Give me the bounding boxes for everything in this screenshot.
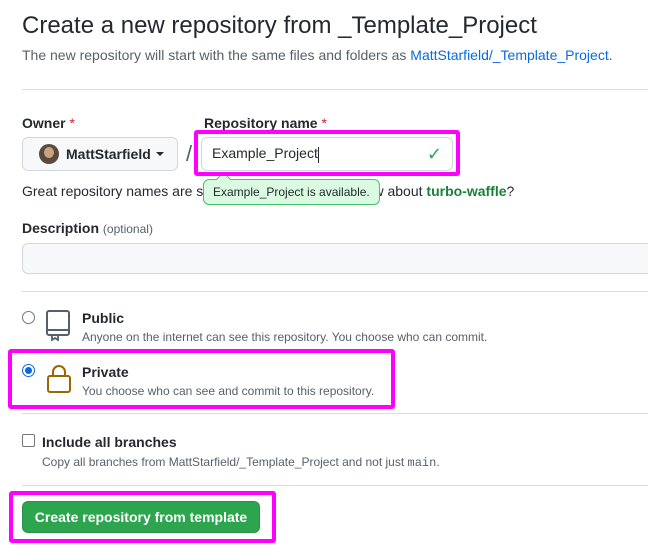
checkmark-icon: ✓ <box>426 143 442 164</box>
repo-name-label: Repository name * <box>204 115 327 131</box>
owner-selected-value: MattStarfield <box>66 146 151 162</box>
owner-label: Owner * <box>22 115 75 131</box>
description-optional: (optional) <box>102 222 153 236</box>
branches-desc-text: Copy all branches from MattStarfield/_Te… <box>42 455 408 469</box>
repo-name-text: Example_Project <box>212 145 318 162</box>
description-input[interactable] <box>22 243 648 274</box>
lock-icon <box>47 365 71 393</box>
owner-select-button[interactable]: MattStarfield <box>22 137 178 171</box>
page-title: Create a new repository from _Template_P… <box>22 12 537 39</box>
branches-desc-suffix: . <box>436 455 440 469</box>
private-description: You choose who can see and commit to thi… <box>82 384 375 398</box>
page-subtitle: The new repository will start with the s… <box>22 47 613 63</box>
availability-tooltip: Example_Project is available. <box>203 179 380 205</box>
include-branches-label: Include all branches <box>42 434 177 450</box>
public-description: Anyone on the internet can see this repo… <box>82 330 488 344</box>
private-radio[interactable] <box>22 364 35 377</box>
subtitle-suffix: . <box>608 47 613 63</box>
repo-name-input[interactable]: Example_Project ✓ <box>201 137 453 171</box>
template-repo-link[interactable]: MattStarfield/_Template_Project <box>410 47 608 63</box>
branches-divider <box>22 485 648 486</box>
subtitle-text: The new repository will start with the s… <box>22 47 411 63</box>
private-title: Private <box>82 364 129 380</box>
description-divider <box>22 291 648 292</box>
create-repository-button[interactable]: Create repository from template <box>22 501 260 533</box>
repo-name-required-mark: * <box>321 115 327 131</box>
text-cursor <box>317 146 319 163</box>
header-divider <box>22 89 648 90</box>
include-branches-description: Copy all branches from MattStarfield/_Te… <box>42 455 440 470</box>
description-label-text: Description <box>22 220 100 236</box>
public-title: Public <box>82 310 125 326</box>
owner-required-mark: * <box>69 115 75 131</box>
branch-name-code: main <box>407 456 437 470</box>
repo-name-value: Example_Project <box>212 145 427 163</box>
owner-repo-separator: / <box>186 141 193 166</box>
hint-prefix: Great repository names are sh <box>22 183 212 199</box>
visibility-divider <box>22 413 648 414</box>
repo-icon <box>46 310 70 341</box>
chevron-down-icon <box>155 152 164 156</box>
include-branches-checkbox[interactable] <box>22 434 35 447</box>
public-radio[interactable] <box>22 311 35 324</box>
suggested-name-link[interactable]: turbo-waffle <box>426 183 506 199</box>
hint-suffix: ? <box>506 183 515 199</box>
owner-avatar <box>39 144 59 164</box>
repo-name-label-text: Repository name <box>204 115 318 131</box>
owner-label-text: Owner <box>22 115 66 131</box>
description-label: Description (optional) <box>22 220 153 236</box>
